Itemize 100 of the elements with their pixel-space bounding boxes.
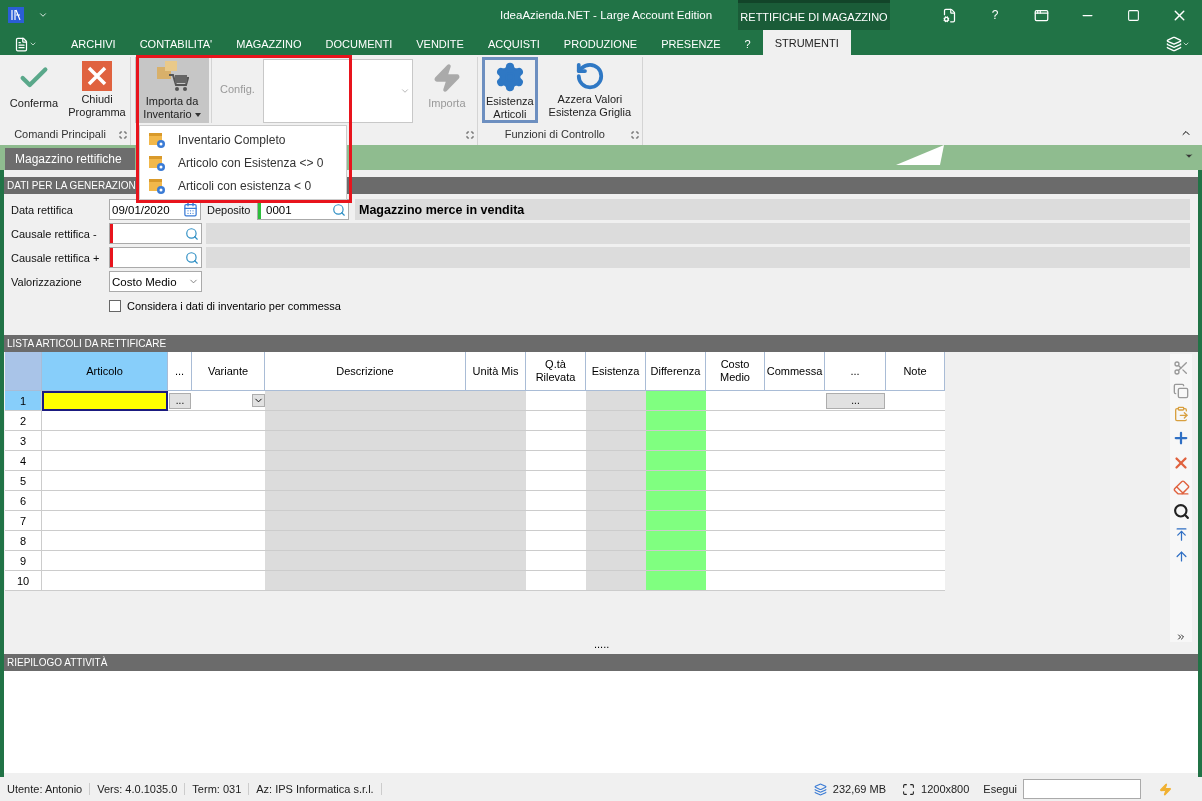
readonly-cell[interactable] bbox=[586, 471, 646, 491]
column-header[interactable]: Descrizione bbox=[265, 352, 466, 391]
grid-cell[interactable] bbox=[526, 491, 586, 511]
grid-cell[interactable] bbox=[192, 451, 265, 471]
valuation-dropdown[interactable]: Costo Medio bbox=[109, 271, 202, 292]
grid-cell[interactable] bbox=[886, 571, 945, 591]
grid-cell[interactable] bbox=[192, 431, 265, 451]
grid-cell[interactable] bbox=[192, 491, 265, 511]
readonly-cell[interactable] bbox=[265, 471, 466, 491]
difference-cell[interactable] bbox=[646, 511, 706, 531]
row-number[interactable]: 10 bbox=[5, 571, 42, 591]
row-number[interactable]: 8 bbox=[5, 531, 42, 551]
readonly-cell[interactable] bbox=[586, 531, 646, 551]
grid-cell[interactable] bbox=[526, 431, 586, 451]
readonly-cell[interactable] bbox=[466, 511, 526, 531]
confirm-button[interactable]: Conferma bbox=[4, 57, 64, 123]
grid-cell[interactable] bbox=[42, 411, 168, 431]
readonly-cell[interactable] bbox=[265, 391, 466, 411]
cell-button[interactable]: ... bbox=[826, 392, 885, 409]
close-program-button[interactable]: Chiudi Programma bbox=[66, 57, 128, 123]
grid-cell[interactable] bbox=[192, 551, 265, 571]
readonly-cell[interactable] bbox=[265, 451, 466, 471]
menu-tab[interactable]: ? bbox=[732, 33, 763, 55]
column-header[interactable]: Note bbox=[886, 352, 945, 391]
grid-cell[interactable] bbox=[886, 451, 945, 471]
cut-icon[interactable] bbox=[1173, 360, 1189, 376]
grid-cell[interactable] bbox=[886, 491, 945, 511]
difference-cell[interactable] bbox=[646, 491, 706, 511]
row-number[interactable]: 9 bbox=[5, 551, 42, 571]
dropdown-icon[interactable] bbox=[252, 394, 265, 407]
menu-tab[interactable]: ARCHIVI bbox=[59, 33, 128, 55]
row-number[interactable]: 1 bbox=[5, 391, 42, 411]
menu-item[interactable]: Articoli con esistenza < 0 bbox=[140, 174, 346, 197]
add-icon[interactable] bbox=[1172, 429, 1190, 447]
copy-icon[interactable] bbox=[1173, 383, 1189, 399]
row-number[interactable]: 6 bbox=[5, 491, 42, 511]
lightning-icon[interactable] bbox=[1159, 782, 1172, 796]
grid-cell[interactable] bbox=[192, 411, 265, 431]
readonly-cell[interactable] bbox=[265, 531, 466, 551]
grid-cell[interactable] bbox=[886, 411, 945, 431]
lookup-field[interactable] bbox=[109, 223, 202, 244]
stock-check-button[interactable]: Esistenza Articoli bbox=[481, 57, 538, 123]
calendar-icon[interactable] bbox=[183, 202, 198, 217]
grid-cell[interactable] bbox=[706, 391, 765, 411]
grid-cell[interactable] bbox=[765, 391, 825, 411]
grid-cell[interactable] bbox=[526, 531, 586, 551]
grid-cell[interactable] bbox=[886, 391, 945, 411]
menu-tab[interactable]: CONTABILITA' bbox=[127, 33, 225, 55]
grid-cell[interactable] bbox=[192, 511, 265, 531]
grid-cell[interactable] bbox=[526, 511, 586, 531]
readonly-cell[interactable] bbox=[265, 571, 466, 591]
readonly-cell[interactable] bbox=[466, 531, 526, 551]
column-header[interactable]: Differenza bbox=[646, 352, 706, 391]
menu-tab[interactable]: STRUMENTI bbox=[762, 30, 851, 55]
grid-cell[interactable] bbox=[526, 391, 586, 411]
grid-cell[interactable] bbox=[42, 511, 168, 531]
menu-tab[interactable]: MAGAZZINO bbox=[224, 33, 314, 55]
grid-cell[interactable] bbox=[192, 571, 265, 591]
panel-menu-icon[interactable] bbox=[1184, 151, 1194, 161]
menu-tab[interactable]: PRODUZIONE bbox=[551, 33, 650, 55]
grid-cell[interactable] bbox=[706, 511, 765, 531]
reset-values-button[interactable]: Azzera Valori Esistenza Griglia bbox=[539, 57, 640, 123]
row-number[interactable]: 4 bbox=[5, 451, 42, 471]
grid-cell[interactable] bbox=[192, 531, 265, 551]
checkbox[interactable] bbox=[109, 299, 121, 312]
grid-cell[interactable] bbox=[526, 451, 586, 471]
column-header[interactable]: Costo Medio bbox=[706, 352, 765, 391]
column-header[interactable]: Commessa bbox=[765, 352, 825, 391]
readonly-cell[interactable] bbox=[466, 411, 526, 431]
difference-cell[interactable] bbox=[646, 431, 706, 451]
grid-cell[interactable] bbox=[42, 571, 168, 591]
search-icon[interactable] bbox=[1172, 503, 1190, 520]
group-launcher-icon[interactable] bbox=[465, 131, 474, 139]
menu-item[interactable]: Articolo con Esistenza <> 0 bbox=[140, 151, 346, 174]
caret-icon[interactable] bbox=[1182, 40, 1190, 48]
splitter-handle[interactable]: ..... bbox=[594, 638, 610, 650]
grid-cell[interactable] bbox=[706, 411, 765, 431]
menu-tab[interactable]: PRESENZE bbox=[649, 33, 733, 55]
eraser-icon[interactable] bbox=[1172, 479, 1190, 496]
readonly-cell[interactable] bbox=[265, 491, 466, 511]
readonly-cell[interactable] bbox=[466, 571, 526, 591]
row-number[interactable]: 2 bbox=[5, 411, 42, 431]
grid-cell[interactable] bbox=[42, 531, 168, 551]
document-tab[interactable]: Magazzino rettifiche bbox=[5, 148, 135, 170]
readonly-cell[interactable] bbox=[466, 451, 526, 471]
column-header[interactable]: ... bbox=[168, 352, 192, 391]
readonly-cell[interactable] bbox=[265, 431, 466, 451]
readonly-cell[interactable] bbox=[586, 491, 646, 511]
column-header[interactable]: ... bbox=[825, 352, 886, 391]
column-header[interactable]: Articolo bbox=[42, 352, 168, 391]
current-cell[interactable] bbox=[42, 391, 168, 411]
difference-cell[interactable] bbox=[646, 471, 706, 491]
column-header[interactable]: Variante bbox=[192, 352, 265, 391]
readonly-cell[interactable] bbox=[466, 471, 526, 491]
difference-cell[interactable] bbox=[646, 571, 706, 591]
cell-button[interactable]: ... bbox=[169, 392, 191, 409]
menu-tab[interactable]: DOCUMENTI bbox=[313, 33, 405, 55]
import-menu-button[interactable]: Importa da Inventario bbox=[135, 57, 209, 123]
row-number[interactable]: 5 bbox=[5, 471, 42, 491]
row-number[interactable]: 7 bbox=[5, 511, 42, 531]
